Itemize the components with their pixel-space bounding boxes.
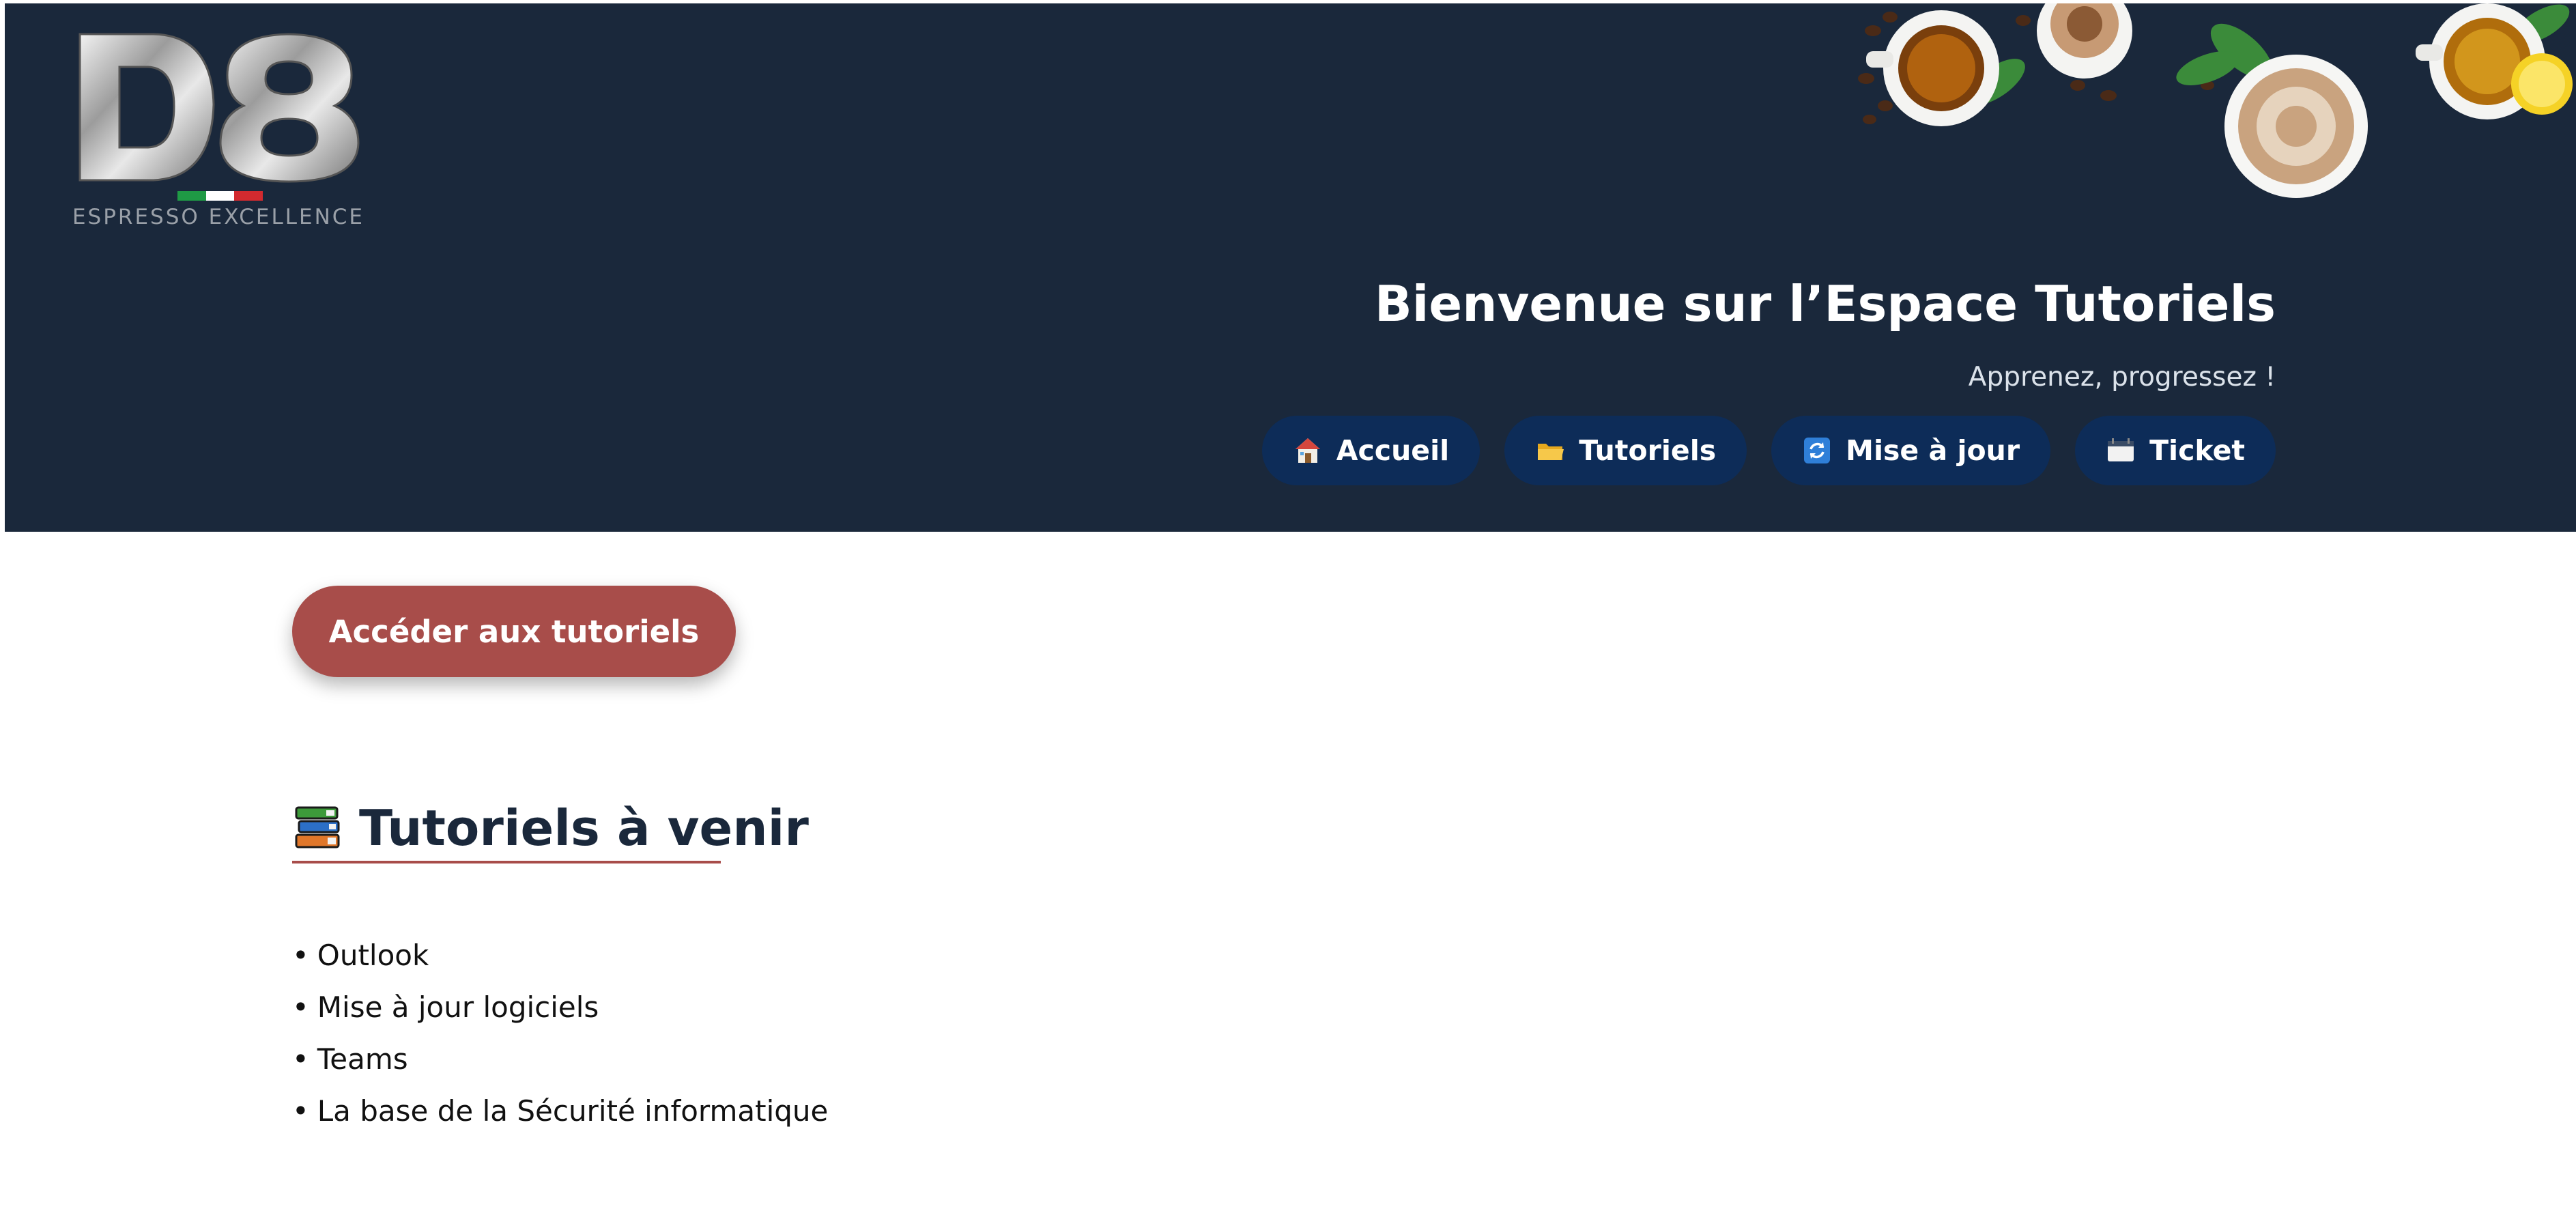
- house-icon: [1293, 435, 1323, 466]
- italian-flag-stripe: [177, 191, 263, 201]
- page-subtitle: Apprenez, progressez !: [1968, 362, 2276, 392]
- folder-icon: [1535, 435, 1565, 466]
- list-item: • La base de la Sécurité informatique: [292, 1085, 828, 1137]
- flag-green: [177, 191, 206, 201]
- nav-mise-a-jour-label: Mise à jour: [1846, 434, 2020, 467]
- bullet: •: [292, 990, 309, 1024]
- books-icon: [292, 802, 344, 854]
- flag-red: [234, 191, 263, 201]
- upcoming-tutorials-title: Tutoriels à venir: [359, 799, 809, 857]
- list-item-label: Teams: [317, 1042, 408, 1076]
- bullet: •: [292, 939, 309, 972]
- bullet: •: [292, 1094, 309, 1128]
- ticket-icon: [2106, 435, 2136, 466]
- refresh-icon: [1802, 435, 1832, 466]
- coffee-cups-decoration: [1852, 3, 2576, 208]
- d8-logo: ESPRESSO EXCELLENCE: [72, 26, 365, 231]
- list-item: • Teams: [292, 1033, 828, 1085]
- nav-mise-a-jour-button[interactable]: Mise à jour: [1771, 416, 2051, 485]
- list-item: • Outlook: [292, 930, 828, 982]
- nav-tutoriels-label: Tutoriels: [1579, 434, 1717, 467]
- nav-accueil-button[interactable]: Accueil: [1261, 416, 1480, 485]
- list-item-label: Mise à jour logiciels: [317, 990, 599, 1024]
- nav-tutoriels-button[interactable]: Tutoriels: [1504, 416, 1747, 485]
- upcoming-tutorials-list: • Outlook • Mise à jour logiciels • Teams •…: [292, 930, 828, 1137]
- page-header: ESPRESSO EXCELLENCE Bienvenue sur l’Espa…: [5, 3, 2576, 532]
- logo-tagline: ESPRESSO EXCELLENCE: [72, 205, 365, 229]
- page-title: Bienvenue sur l’Espace Tutoriels: [1374, 275, 2276, 332]
- list-item: • Mise à jour logiciels: [292, 982, 828, 1033]
- nav-accueil-label: Accueil: [1336, 434, 1450, 467]
- list-item-label: La base de la Sécurité informatique: [317, 1094, 829, 1128]
- bullet: •: [292, 1042, 309, 1076]
- nav-ticket-label: Ticket: [2149, 434, 2245, 467]
- upcoming-tutorials-heading: Tutoriels à venir: [292, 795, 809, 863]
- flag-white: [205, 191, 235, 201]
- main-nav: Accueil Tutoriels Mise à jour Ticket: [1261, 416, 2276, 485]
- nav-ticket-button[interactable]: Ticket: [2075, 416, 2276, 485]
- list-item-label: Outlook: [317, 939, 429, 972]
- access-tutorials-button[interactable]: Accéder aux tutoriels: [292, 586, 736, 677]
